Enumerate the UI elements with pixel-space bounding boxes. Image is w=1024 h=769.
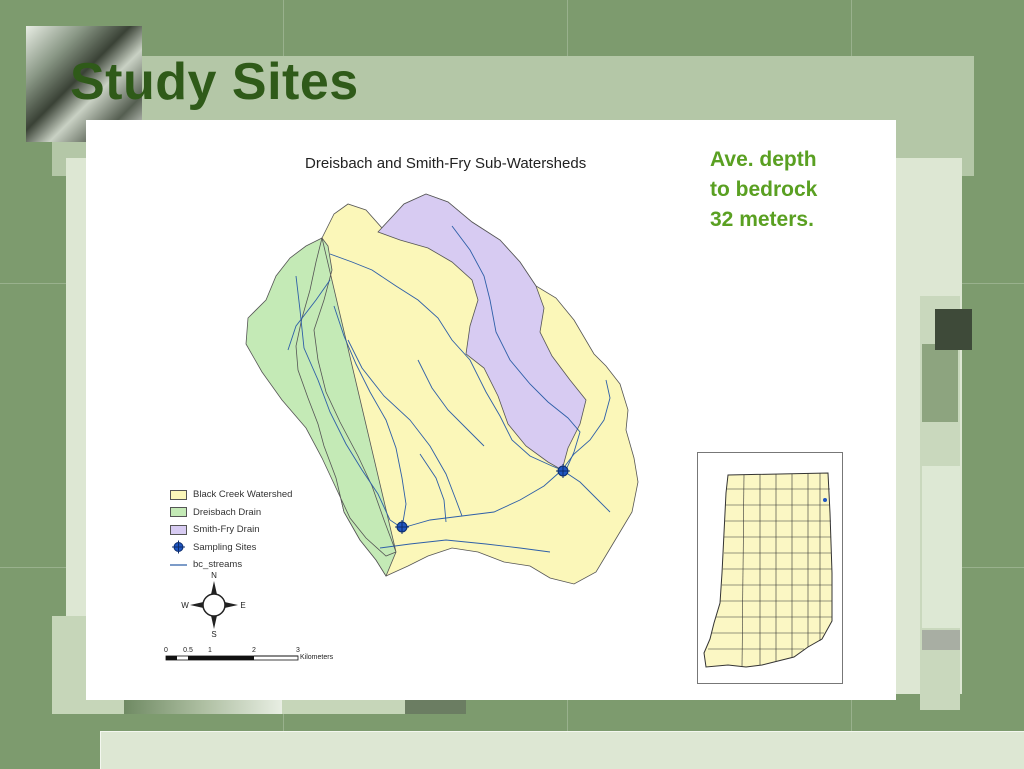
scale-unit: Kilometers [300, 654, 334, 661]
compass-rose-icon [190, 581, 238, 629]
map-legend: Black Creek Watershed Dreisbach Drain Sm… [170, 486, 292, 574]
compass-e: E [240, 601, 245, 610]
legend-item: bc_streams [170, 556, 292, 574]
scale-tick: 2 [252, 647, 256, 654]
scale-tick: 3 [296, 647, 300, 654]
map-title: Dreisbach and Smith-Fry Sub-Watersheds [305, 155, 587, 172]
note-line: to bedrock [710, 178, 818, 201]
note-line: Ave. depth [710, 148, 817, 171]
stream-line-icon [170, 564, 187, 566]
bedrock-note: Ave. depth to bedrock 32 meters. [710, 145, 870, 235]
indiana-county-map [703, 472, 833, 668]
compass-w: W [181, 601, 189, 610]
watershed-map: N S W E 0 0.5 1 2 3 Kilometers [164, 193, 639, 661]
note-line: 32 meters. [710, 208, 814, 231]
watershed-location-marker [823, 498, 827, 502]
legend-swatch-black-creek [170, 489, 187, 500]
scale-tick: 0.5 [183, 647, 193, 654]
legend-swatch-smith-fry [170, 524, 187, 535]
legend-item: Dreisbach Drain [170, 504, 292, 522]
legend-item: Sampling Sites [170, 539, 292, 557]
sampling-site-icon [172, 540, 185, 554]
indiana-locator-inset [697, 452, 843, 684]
scale-bar [165, 655, 299, 661]
compass-s: S [211, 630, 216, 639]
scale-tick: 0 [164, 647, 168, 654]
legend-item: Black Creek Watershed [170, 486, 292, 504]
legend-item: Smith-Fry Drain [170, 521, 292, 539]
legend-swatch-dreisbach [170, 507, 187, 518]
scale-tick: 1 [208, 647, 212, 654]
decor-bottom-bar [100, 731, 1024, 769]
